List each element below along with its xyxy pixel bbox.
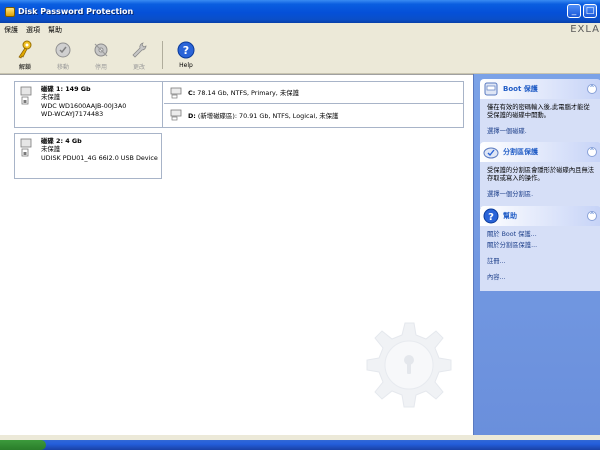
window-title: Disk Password Protection bbox=[18, 7, 134, 16]
shield-icon bbox=[53, 40, 73, 60]
move-label: 移動 bbox=[56, 64, 69, 71]
help-panel-title: 幫助 bbox=[503, 212, 517, 220]
disk-card-1[interactable]: 磁碟 1: 149 Gb 未保護 WDC WD1600AAJB-00J3A0 W… bbox=[14, 81, 464, 128]
partition-c-letter: C: bbox=[188, 89, 196, 97]
collapse-chevron-icon[interactable]: ^ bbox=[587, 84, 597, 94]
partition-protection-header[interactable]: 分割區保護 ^ bbox=[480, 142, 600, 162]
taskbar bbox=[0, 440, 600, 450]
partition-d-info: (新增磁碟區): 70.91 Gb, NTFS, Logical, 未保護 bbox=[197, 111, 339, 120]
title-bar[interactable]: Disk Password Protection _ □ bbox=[0, 0, 600, 23]
help-icon: ? bbox=[483, 208, 499, 224]
boot-disk-icon bbox=[484, 82, 498, 96]
partition-c-info: 78.14 Gb, NTFS, Primary, 未保護 bbox=[197, 89, 299, 97]
about-boot-protection-link[interactable]: 關於 Boot 保護... bbox=[487, 231, 595, 239]
disk-1-serial: WD-WCAYJ7174483 bbox=[41, 109, 104, 118]
help-button[interactable]: ? Help bbox=[169, 37, 203, 72]
partition-shield-icon bbox=[483, 147, 499, 159]
minimize-button[interactable]: _ bbox=[567, 4, 581, 18]
menu-options[interactable]: 選項 bbox=[26, 25, 40, 35]
contents-link[interactable]: 內容... bbox=[487, 274, 595, 282]
disk-2-status: 未保護 bbox=[41, 145, 61, 154]
boot-protection-panel: Boot 保護 ^ 僅在有效的密碼輸入後,此電腦才能從受保護的磁碟中開動。 選擇… bbox=[480, 79, 600, 145]
help-panel: ? 幫助 ^ 關於 Boot 保護... 關於分割區保護... 註冊... 內容… bbox=[480, 206, 600, 291]
help-panel-header[interactable]: ? 幫助 ^ bbox=[480, 206, 600, 226]
start-button[interactable] bbox=[0, 440, 46, 450]
partition-c[interactable]: C: 78.14 Gb, NTFS, Primary, 未保護 bbox=[164, 82, 463, 104]
app-icon bbox=[5, 6, 15, 17]
wrench-icon bbox=[129, 40, 149, 60]
boot-protection-header[interactable]: Boot 保護 ^ bbox=[480, 79, 600, 99]
disk-1-model: WDC WD1600AAJB-00J3A0 bbox=[41, 101, 127, 110]
hard-disk-icon bbox=[20, 138, 32, 157]
help-label: Help bbox=[179, 62, 193, 69]
menu-help[interactable]: 幫助 bbox=[48, 25, 62, 35]
maximize-button[interactable]: □ bbox=[583, 4, 597, 18]
unlock-button[interactable]: 解鎖 bbox=[8, 37, 42, 72]
partition-icon bbox=[170, 87, 182, 98]
disk-view: 磁碟 1: 149 Gb 未保護 WDC WD1600AAJB-00J3A0 W… bbox=[0, 74, 473, 435]
hard-disk-icon bbox=[20, 86, 32, 105]
move-button[interactable]: 移動 bbox=[46, 37, 80, 72]
disk-1-info[interactable]: 磁碟 1: 149 Gb 未保護 WDC WD1600AAJB-00J3A0 W… bbox=[15, 82, 163, 127]
partition-protection-description: 受保護的分割區會隱形於磁碟內且無法存取或寫入的操作。 bbox=[487, 167, 595, 182]
disk-card-2[interactable]: 磁碟 2: 4 Gb 未保護 UDISK PDU01_4G 66I2.0 USB… bbox=[14, 133, 162, 179]
partition-protection-title: 分割區保護 bbox=[503, 148, 538, 156]
menu-bar: 保護 選項 幫助 bbox=[0, 23, 600, 37]
select-partition-link[interactable]: 選擇一個分割區. bbox=[487, 191, 595, 199]
disable-button[interactable]: 停用 bbox=[84, 37, 118, 72]
disk-2-model: UDISK PDU01_4G 66I2.0 USB Device bbox=[41, 153, 158, 162]
collapse-chevron-icon[interactable]: ^ bbox=[587, 211, 597, 221]
menu-protect[interactable]: 保護 bbox=[4, 25, 18, 35]
partition-d[interactable]: D: (新增磁碟區): 70.91 Gb, NTFS, Logical, 未保護 bbox=[164, 104, 463, 126]
disable-label: 停用 bbox=[94, 64, 107, 71]
unlock-label: 解鎖 bbox=[18, 64, 31, 71]
gear-disk-icon bbox=[91, 40, 111, 60]
partition-d-letter: D: bbox=[188, 111, 196, 120]
select-disk-link[interactable]: 選擇一個磁碟. bbox=[487, 128, 595, 136]
partition-icon bbox=[170, 109, 182, 121]
task-pane: Boot 保護 ^ 僅在有效的密碼輸入後,此電腦才能從受保護的磁碟中開動。 選擇… bbox=[473, 74, 600, 435]
brand-logo: EXLA bbox=[570, 24, 600, 35]
svg-text:?: ? bbox=[488, 212, 494, 223]
change-label: 更改 bbox=[132, 64, 145, 71]
key-icon bbox=[15, 40, 35, 60]
register-link[interactable]: 註冊... bbox=[487, 258, 595, 266]
gear-lock-watermark-icon bbox=[366, 322, 452, 408]
disk-1-status: 未保護 bbox=[41, 93, 61, 102]
about-partition-protection-link[interactable]: 關於分割區保護... bbox=[487, 242, 595, 250]
boot-protection-description: 僅在有效的密碼輸入後,此電腦才能從受保護的磁碟中開動。 bbox=[487, 104, 590, 119]
toolbar-separator bbox=[162, 41, 163, 69]
svg-text:?: ? bbox=[183, 44, 189, 57]
help-icon: ? bbox=[176, 40, 196, 60]
collapse-chevron-icon[interactable]: ^ bbox=[587, 147, 597, 157]
toolbar: 解鎖 移動 停用 更改 ? Help bbox=[0, 37, 600, 74]
partition-protection-panel: 分割區保護 ^ 受保護的分割區會隱形於磁碟內且無法存取或寫入的操作。 選擇一個分… bbox=[480, 142, 600, 208]
boot-protection-title: Boot 保護 bbox=[503, 85, 538, 93]
change-button[interactable]: 更改 bbox=[122, 37, 156, 72]
